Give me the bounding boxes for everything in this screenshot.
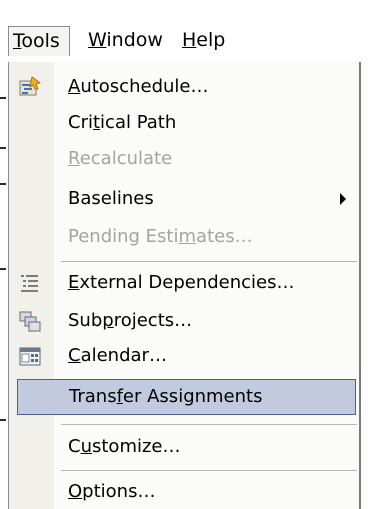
label-mnemonic: m	[178, 226, 197, 247]
menu-window[interactable]: Window	[84, 26, 167, 54]
label-text: stomize…	[92, 436, 181, 457]
label-mnemonic: O	[68, 481, 83, 502]
label-mnemonic: C	[68, 345, 81, 366]
menu-item-options[interactable]: Options…	[9, 474, 360, 509]
menu-tools-label: ools	[21, 30, 60, 52]
menu-item-label: Subprojects…	[68, 303, 192, 339]
menu-help-mnemonic: H	[182, 29, 197, 51]
background-window-edge	[0, 268, 6, 270]
menu-item-label: Transfer Assignments	[69, 380, 262, 414]
label-mnemonic: R	[68, 148, 80, 169]
menu-item-label: Recalculate	[68, 141, 172, 177]
label-text: Trans	[69, 386, 117, 407]
submenu-arrow-icon	[340, 193, 346, 205]
subprojects-icon	[18, 309, 42, 333]
label-text: Sub	[68, 310, 103, 331]
menu-item-recalculate: Recalculate	[9, 141, 360, 177]
label-text: ates…	[196, 226, 253, 247]
menu-item-label: Critical Path	[68, 105, 176, 141]
label-text: Pending Esti	[68, 226, 179, 247]
label-text: ptions…	[82, 481, 156, 502]
label-mnemonic: p	[102, 310, 114, 331]
background-window-edge	[0, 183, 6, 185]
menu-item-customize[interactable]: Customize…	[9, 429, 360, 465]
label-text: utoschedule…	[80, 76, 209, 97]
label-text: C	[68, 436, 81, 457]
label-text: alendar…	[80, 345, 167, 366]
menu-separator	[61, 470, 357, 471]
menu-item-label: External Dependencies…	[68, 265, 295, 301]
menu-bar: Tools Window Help	[0, 18, 376, 62]
menu-help-label: elp	[196, 29, 226, 51]
background-window-edge	[0, 147, 6, 149]
menu-item-autoschedule[interactable]: Autoschedule…	[9, 69, 360, 105]
menu-item-pending-estimates: Pending Estimates…	[9, 219, 360, 255]
menu-item-label: Baselines	[68, 188, 154, 209]
menu-separator	[61, 261, 357, 262]
background-window-edge	[0, 97, 6, 99]
menu-item-subprojects[interactable]: Subprojects…	[9, 303, 360, 339]
menu-item-label: Autoschedule…	[68, 69, 208, 105]
menu-window-label: indow	[106, 29, 163, 51]
label-mnemonic: A	[68, 76, 81, 97]
label-mnemonic: t	[92, 112, 101, 133]
screen: Tools Window Help Autoschedule… Critical…	[0, 0, 376, 509]
menu-item-label: Pending Estimates…	[68, 219, 253, 255]
label-text: er Assignments	[122, 386, 263, 407]
menu-item-baselines[interactable]: Baselines	[9, 181, 360, 217]
menu-item-label: Customize…	[68, 429, 181, 465]
menu-tools[interactable]: Tools	[8, 26, 70, 56]
menu-item-critical-path[interactable]: Critical Path	[9, 105, 360, 141]
menu-item-calendar[interactable]: Calendar…	[9, 338, 360, 374]
label-mnemonic: E	[68, 272, 80, 293]
label-text: rojects…	[113, 310, 193, 331]
label-text: xternal Dependencies…	[79, 272, 295, 293]
menu-item-transfer-assignments[interactable]: Transfer Assignments	[17, 379, 356, 415]
menu-separator	[61, 424, 357, 425]
menu-help[interactable]: Help	[178, 26, 229, 54]
label-text: ical Path	[100, 112, 177, 133]
menu-window-mnemonic: W	[88, 29, 107, 51]
autoschedule-icon	[18, 75, 42, 99]
label-text: Cri	[68, 112, 93, 133]
label-mnemonic: u	[80, 436, 92, 457]
label-text: ecalculate	[79, 148, 173, 169]
menu-item-external-dependencies[interactable]: External Dependencies…	[9, 265, 360, 301]
external-dependencies-icon	[18, 271, 42, 295]
tools-dropdown-menu: Autoschedule… Critical Path Recalculate …	[8, 62, 361, 509]
menu-item-label: Calendar…	[68, 338, 167, 374]
calendar-icon	[18, 344, 42, 368]
menu-item-label: Options…	[68, 474, 155, 509]
background-window-edge	[0, 419, 6, 421]
